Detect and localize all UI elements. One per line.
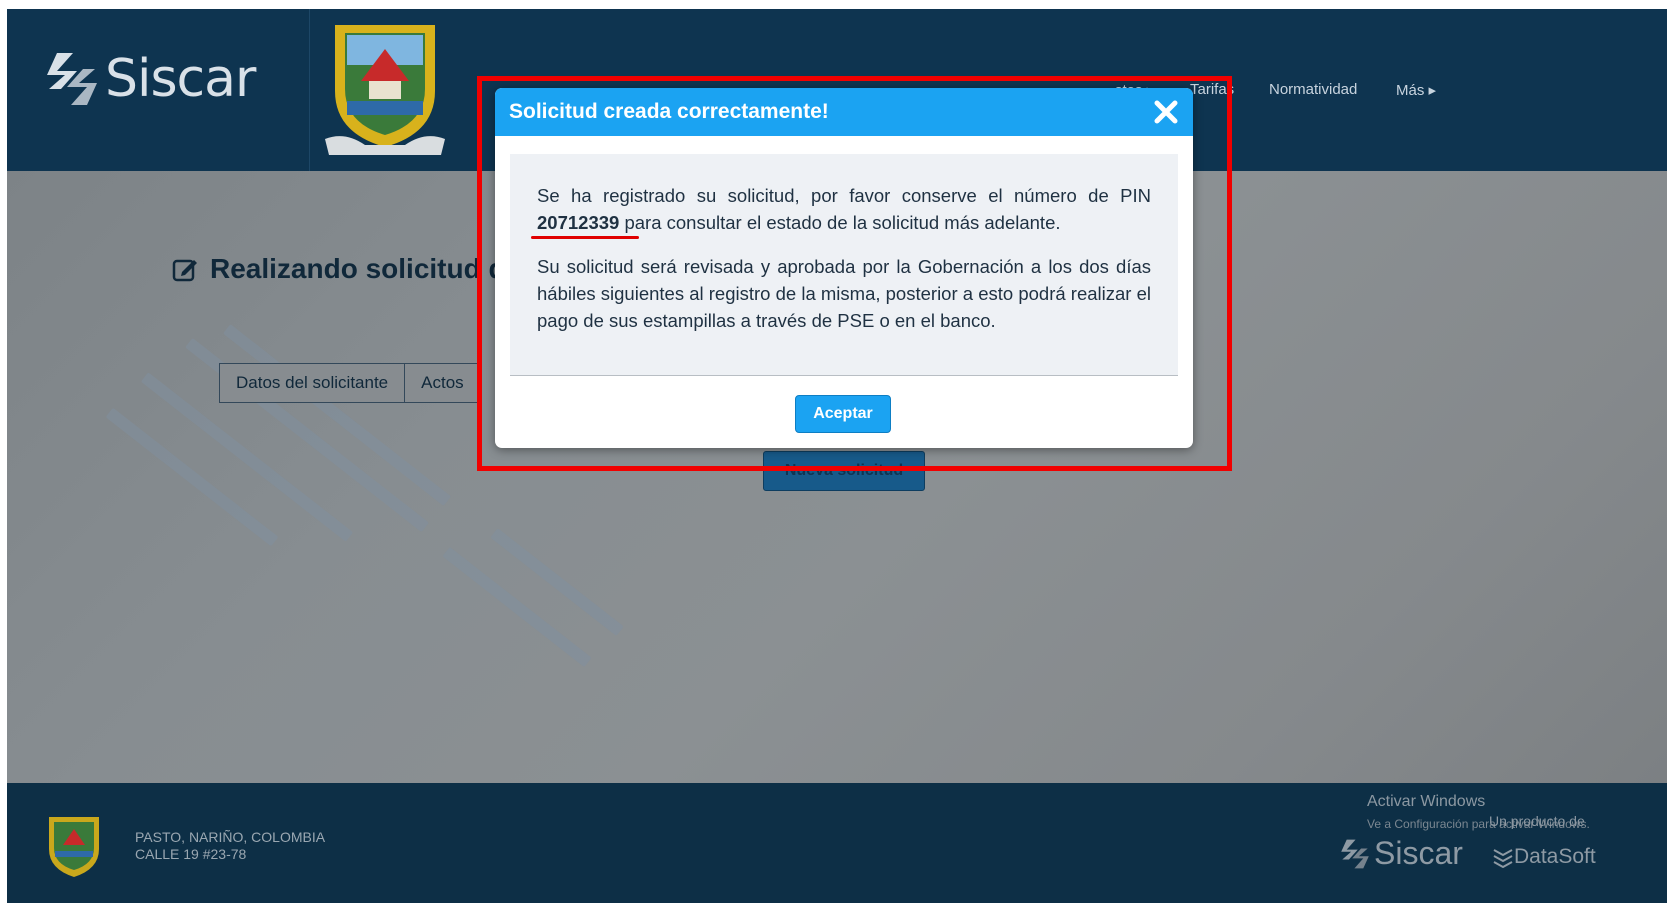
siscar-logo-icon (47, 53, 97, 105)
address-line-2: CALLE 19 #23-78 (135, 846, 247, 862)
app-frame: Siscar stos ▸ Tarifas Normatividad Más ▸ (7, 9, 1667, 903)
narino-crest-icon (325, 25, 445, 155)
bg-chart-bar (490, 528, 624, 636)
siscar-logo[interactable]: Siscar (43, 49, 256, 109)
nav-mas[interactable]: Más ▸ (1396, 81, 1436, 99)
bg-chart-bar (442, 546, 592, 668)
edit-icon (172, 259, 197, 282)
site-footer: PASTO, NARIÑO, COLOMBIA CALLE 19 #23-78 … (7, 783, 1667, 903)
page-title: Realizando solicitud d (172, 253, 506, 285)
footer-siscar-logo: Siscar (1339, 835, 1463, 872)
footer-crest-icon (49, 817, 99, 877)
tab-actos[interactable]: Actos (405, 364, 480, 402)
red-highlight-box (477, 76, 1232, 471)
form-tabs: Datos del solicitante Actos (219, 363, 481, 403)
tab-datos-solicitante[interactable]: Datos del solicitante (220, 364, 406, 402)
header-divider (309, 9, 310, 171)
datasoft-name: DataSoft (1514, 845, 1596, 868)
footer-address: PASTO, NARIÑO, COLOMBIA CALLE 19 #23-78 (135, 829, 325, 863)
footer-siscar-icon (1341, 839, 1369, 868)
activate-windows-title: Activar Windows (1367, 793, 1486, 810)
footer-brand-name: Siscar (1374, 835, 1463, 871)
nav-normatividad[interactable]: Normatividad (1269, 81, 1357, 98)
producto-label: Un producto de (1489, 813, 1585, 829)
bg-chart-bar (222, 324, 452, 506)
datasoft-logo: DataSoft (1492, 845, 1596, 869)
address-line-1: PASTO, NARIÑO, COLOMBIA (135, 829, 326, 845)
page-title-text: Realizando solicitud d (210, 253, 506, 284)
bg-chart-bar (105, 407, 279, 547)
brand-name: Siscar (105, 49, 256, 109)
datasoft-icon (1493, 849, 1513, 868)
